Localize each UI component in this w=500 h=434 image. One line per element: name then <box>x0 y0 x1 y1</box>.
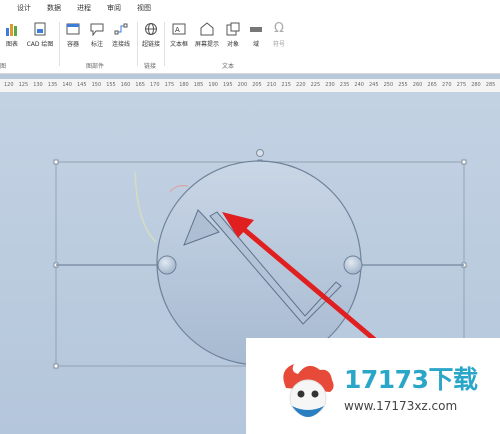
group-label-text: 文本 <box>222 63 235 70</box>
object-button[interactable]: 对象 <box>223 22 243 48</box>
ruler-tick: 245 <box>369 82 379 88</box>
right-terminal-knob <box>343 255 363 275</box>
ruler-tick: 205 <box>252 82 262 88</box>
ruler-tick: 195 <box>223 82 233 88</box>
callout-icon <box>90 23 104 36</box>
ruler-tick: 180 <box>179 82 189 88</box>
group-label-diagram: 图 <box>0 63 7 70</box>
hyperlink-button-label: 超链接 <box>141 41 160 48</box>
ruler-tick: 255 <box>398 82 408 88</box>
group-separator <box>164 22 165 66</box>
symbol-button[interactable]: Ω 符号 <box>269 21 289 49</box>
faint-arc-red <box>169 185 189 193</box>
ruler-tick: 285 <box>485 82 496 88</box>
ruler-tick: 120 <box>4 82 14 88</box>
ruler-tick: 280 <box>471 82 481 88</box>
chart-icon <box>6 24 17 36</box>
watermark-brand: 17173下载 <box>344 365 478 394</box>
ruler-tick: 155 <box>106 82 116 88</box>
ruler-tick: 160 <box>120 82 131 88</box>
connector-button[interactable]: 连接线 <box>108 22 134 48</box>
field-button[interactable]: 域 <box>246 22 266 48</box>
ruler-tick: 230 <box>325 82 335 88</box>
watermark-url: www.17173xz.com <box>344 399 458 413</box>
tab-data[interactable]: 数据 <box>47 3 61 13</box>
watermark-logo-icon <box>283 364 334 417</box>
container-button-label: 容器 <box>66 41 79 48</box>
tab-design[interactable]: 设计 <box>17 3 31 13</box>
group-label-links: 链接 <box>144 63 157 70</box>
textbox-button[interactable]: A 文本框 <box>167 22 191 48</box>
ruler-tick: 220 <box>296 82 306 88</box>
ruler-tick: 200 <box>237 82 248 88</box>
ribbon: 图表 CAD 绘图 容器 标注 连接线 超链接 A 文本框 屏幕提示 对象 域 … <box>0 18 500 74</box>
ruler-tick: 270 <box>442 82 452 88</box>
connector-icon <box>114 23 128 35</box>
ruler-tick: 190 <box>208 82 218 88</box>
ruler-tick: 250 <box>383 82 394 88</box>
hyperlink-button[interactable]: 超链接 <box>140 22 162 48</box>
container-icon <box>66 23 80 35</box>
chart-button-label: 图表 <box>5 41 18 48</box>
omega-symbol-icon: Ω <box>274 21 284 36</box>
callout-button[interactable]: 标注 <box>87 22 107 48</box>
connector-button-label: 连接线 <box>111 41 130 48</box>
ruler-tick: 215 <box>281 82 291 88</box>
ruler-tick: 130 <box>33 82 43 88</box>
ruler-tick: 275 <box>456 82 467 88</box>
cad-drawing-button[interactable]: CAD 绘图 <box>24 22 56 48</box>
ruler-tick: 140 <box>62 82 72 88</box>
ruler-tick: 260 <box>412 82 423 88</box>
ruler-tick: 185 <box>193 82 204 88</box>
container-button[interactable]: 容器 <box>63 22 83 48</box>
group-separator <box>137 22 138 66</box>
cad-drawing-button-label: CAD 绘图 <box>26 41 54 48</box>
ruler-tick: 135 <box>47 82 58 88</box>
object-button-label: 对象 <box>226 41 239 48</box>
symbol-button-label: 符号 <box>272 41 285 48</box>
group-separator <box>59 22 60 66</box>
ribbon-tabs: 设计 数据 进程 审阅 视图 <box>0 0 500 19</box>
ruler-tick: 170 <box>150 82 160 88</box>
screentip-button-label: 屏幕提示 <box>194 41 219 48</box>
horizontal-ruler: 120 125 130 135 140 145 150 155 160 165 170 175 180 1… <box>0 79 500 93</box>
chart-button[interactable]: 图表 <box>2 22 22 48</box>
screentip-icon <box>200 22 214 36</box>
ruler-tick: 125 <box>18 82 29 88</box>
ruler-tick: 165 <box>135 82 145 88</box>
ruler-tick: 265 <box>427 82 437 88</box>
field-icon <box>250 27 262 32</box>
object-icon <box>226 22 240 36</box>
tab-process[interactable]: 进程 <box>77 3 91 13</box>
field-button-label: 域 <box>252 41 259 48</box>
rotation-handle[interactable] <box>256 149 264 157</box>
callout-button-label: 标注 <box>90 41 103 48</box>
ruler-tick: 240 <box>354 82 364 88</box>
ruler-tick: 235 <box>339 82 350 88</box>
group-label-diagram-parts: 图部件 <box>86 63 105 70</box>
ruler-tick: 175 <box>164 82 175 88</box>
ruler-tick: 225 <box>310 82 321 88</box>
tab-review[interactable]: 审阅 <box>107 3 121 13</box>
cad-drawing-icon <box>34 22 46 36</box>
left-terminal-knob <box>157 255 177 275</box>
hyperlink-icon <box>145 23 157 35</box>
ruler-tick: 150 <box>91 82 102 88</box>
tab-view[interactable]: 视图 <box>137 3 151 13</box>
svg-text:A: A <box>175 26 180 34</box>
screentip-button[interactable]: 屏幕提示 <box>192 22 222 48</box>
textbox-icon: A <box>172 23 186 35</box>
textbox-button-label: 文本框 <box>169 41 188 48</box>
watermark-panel: 17173下载 www.17173xz.com <box>246 338 500 434</box>
ruler-tick: 145 <box>77 82 87 88</box>
faint-arc <box>134 171 157 243</box>
ruler-tick: 210 <box>266 82 277 88</box>
